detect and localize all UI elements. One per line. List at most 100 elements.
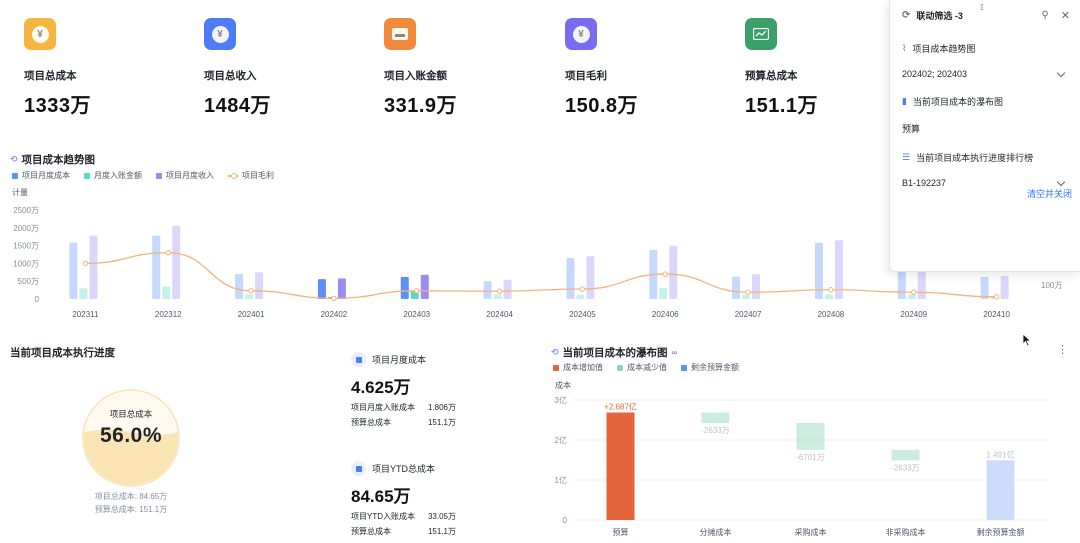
- x-tick-label: 202401: [238, 310, 265, 319]
- x-tick-label: 剩余预算金额: [977, 527, 1025, 537]
- filter-select-waterfall[interactable]: 预算: [902, 122, 1068, 135]
- legend-swatch: [12, 172, 18, 179]
- yuan-icon: ¥: [24, 18, 56, 50]
- filter-select-value: B1-192237: [902, 178, 947, 188]
- filter-label: ▮ 当前项目成本的瀑布图: [902, 95, 1068, 108]
- bar-monthly-cost: [732, 276, 741, 299]
- bar-monthly-revenue: [255, 272, 264, 299]
- close-icon[interactable]: ✕: [1061, 9, 1070, 22]
- legend-label: 成本减少值: [627, 363, 667, 372]
- legend-swatch: [156, 172, 162, 179]
- data-label: 1.491亿: [986, 449, 1014, 459]
- kpi-card-total-revenue[interactable]: ¥ 项目总收入 1484万: [204, 18, 364, 118]
- legend-label: 项目毛利: [242, 171, 274, 180]
- data-label: -6701万: [796, 453, 824, 462]
- x-tick-label: 202404: [486, 310, 513, 319]
- y-tick-label: 0: [35, 295, 40, 304]
- pin-icon[interactable]: ⚲: [1041, 10, 1048, 21]
- gross-margin-point: [745, 289, 751, 295]
- filter-label: ⌇ 项目成本趋势图: [902, 42, 1068, 55]
- gross-margin-point: [165, 250, 171, 256]
- gauge-value: 56.0%: [99, 424, 163, 447]
- legend-item-monthly-booked[interactable]: 月度入账金额: [84, 170, 142, 181]
- row-value: 151.1万: [427, 527, 456, 536]
- x-tick-label: 采购成本: [795, 527, 827, 537]
- y2-tick-label: 100万: [1041, 281, 1062, 290]
- bar-monthly-cost: [235, 274, 244, 299]
- ranking-list-icon: ☰: [902, 152, 911, 162]
- bar-monthly-cost: [980, 276, 989, 299]
- filter-label-text: 当前项目成本的瀑布图: [912, 97, 1003, 107]
- legend-label: 项目月度收入: [166, 171, 214, 180]
- bar-monthly-cost: [566, 258, 575, 299]
- waterfall-legend: 成本增加值 成本减少值 剩余预算金额: [553, 362, 739, 373]
- bar-monthly-booked: [824, 294, 833, 299]
- legend-swatch: [84, 172, 90, 179]
- legend-item-monthly-revenue[interactable]: 项目月度收入: [156, 170, 214, 181]
- kpi-card-total-cost[interactable]: ¥ 项目总成本 1333万: [24, 18, 184, 118]
- bank-icon: [351, 461, 366, 476]
- row-label: 预算总成本: [351, 527, 391, 536]
- bar-monthly-booked: [576, 294, 585, 299]
- filter-group-trend: ⌇ 项目成本趋势图 202402; 202403: [890, 42, 1080, 79]
- legend-swatch: [553, 364, 559, 371]
- y-tick-label: 2000万: [13, 224, 39, 233]
- bar-monthly-revenue: [1000, 275, 1009, 299]
- bar-monthly-revenue: [172, 226, 181, 299]
- bar-cost-decrease: [701, 412, 730, 424]
- x-tick-label: 202311: [72, 310, 99, 319]
- legend-item-cost-increase[interactable]: 成本增加值: [553, 362, 603, 373]
- x-tick-label: 202409: [900, 310, 927, 319]
- kpi-label: 项目总成本: [24, 70, 77, 82]
- waterfall-chart: 3亿 2亿 1亿 0 +2.687亿预算 -2633万分摊成本 -6701万采购成本 -263…: [555, 395, 1048, 537]
- gross-margin-point: [248, 288, 254, 294]
- more-options-icon[interactable]: ⋮: [1057, 343, 1068, 356]
- y-tick-label: 2亿: [555, 435, 567, 445]
- kpi-card-budget-cost[interactable]: 预算总成本 151.1万: [745, 18, 905, 118]
- linked-filter-panel[interactable]: ⟳ 联动筛选 -3 ⚲ ✕ ⌇ 项目成本趋势图 202402; 202403 ▮ 当…: [889, 0, 1080, 272]
- legend-item-gross-margin[interactable]: 项目毛利: [228, 170, 274, 181]
- gauge-note-budget: 预算总成本: 151.1万: [94, 505, 168, 514]
- panel-title: 联动筛选 -3: [916, 11, 963, 21]
- clear-and-close-link[interactable]: 清空并关闭: [1027, 187, 1072, 200]
- filter-label: ☰ 当前项目成本执行进度排行榜: [902, 151, 1068, 164]
- data-label: -2633万: [891, 463, 919, 472]
- kpi-card-gross-margin[interactable]: ¥ 项目毛利 150.8万: [565, 18, 725, 118]
- bar-monthly-cost: [483, 281, 492, 299]
- kpi-value: 331.9万: [384, 95, 458, 117]
- filter-select-trend[interactable]: 202402; 202403: [902, 68, 1068, 79]
- bar-monthly-booked: [245, 294, 254, 299]
- bar-monthly-cost: [69, 242, 78, 299]
- legend-item-cost-decrease[interactable]: 成本减少值: [617, 362, 667, 373]
- waterfall-title-text: 当前项目成本的瀑布图: [562, 347, 668, 359]
- filter-select-value: 预算: [902, 124, 921, 134]
- x-tick-label: 202408: [818, 310, 845, 319]
- bar-remaining-budget: [986, 460, 1015, 520]
- bar-monthly-cost: [152, 235, 161, 299]
- chain-link-icon[interactable]: ∞: [672, 348, 678, 357]
- legend-item-remaining-budget[interactable]: 剩余预算金额: [681, 362, 739, 373]
- gross-margin-point: [496, 288, 503, 294]
- drag-handle-icon[interactable]: ⁞⁞: [980, 3, 984, 12]
- bar-monthly-booked: [79, 288, 88, 299]
- kpi-label: 项目入账金额: [384, 70, 447, 82]
- legend-swatch: [617, 364, 623, 371]
- bar-monthly-cost: [814, 242, 823, 299]
- legend-label: 成本增加值: [563, 363, 603, 372]
- legend-item-monthly-cost[interactable]: 项目月度成本: [12, 170, 70, 181]
- monthly-cost-card[interactable]: 项目月度成本 4.625万 项目月度入账成本 1.806万 预算总成本 151.1万: [351, 352, 456, 428]
- kpi-card-booked-amount[interactable]: ▬ 项目入账金额 331.9万: [384, 18, 544, 118]
- gross-margin-point: [579, 286, 586, 292]
- x-tick-label: 202402: [321, 310, 348, 319]
- ytd-cost-title: 项目YTD总成本: [351, 461, 456, 476]
- link-icon: ⟲: [551, 347, 559, 357]
- row-value: 151.1万: [427, 418, 456, 427]
- bar-cost-increase: [606, 412, 635, 520]
- y-tick-label: 500万: [18, 277, 39, 286]
- waterfall-title: ⟲ 当前项目成本的瀑布图 ∞: [551, 345, 677, 360]
- bar-cost-decrease: [891, 449, 920, 461]
- cost-icon: [351, 352, 366, 367]
- y-tick-label: 1500万: [13, 242, 39, 251]
- kpi-value: 150.8万: [565, 95, 639, 117]
- ytd-cost-card[interactable]: 项目YTD总成本 84.65万 项目YTD入账成本 33.05万 预算总成本 151…: [351, 461, 456, 537]
